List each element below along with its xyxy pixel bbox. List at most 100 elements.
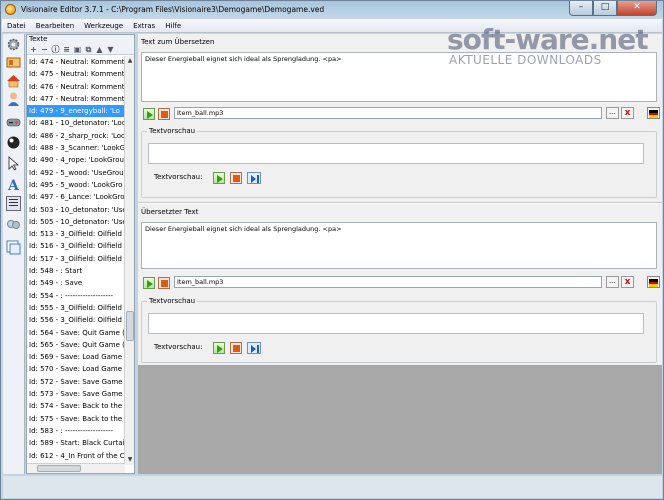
- list-item[interactable]: Id: 516 - 3_Oilfield: Oilfield: [27, 240, 125, 252]
- list-item[interactable]: Id: 513 - 3_Oilfield: Oilfield: [27, 228, 125, 240]
- gamepad-icon[interactable]: [6, 115, 21, 130]
- stop-icon[interactable]: [158, 108, 170, 120]
- source-text-input[interactable]: Dieser Energieball eignet sich ideal als…: [141, 52, 657, 102]
- list-item[interactable]: Id: 569 - Save: Load Game (: [27, 351, 125, 363]
- list-item[interactable]: Id: 486 - 2_sharp_rock: 'Loo: [27, 130, 125, 142]
- translated-preview-group: Textvorschau Textvorschau:: [141, 297, 657, 363]
- list-item[interactable]: Id: 488 - 3_Scanner: 'LookG: [27, 142, 125, 154]
- play-icon[interactable]: [143, 277, 155, 289]
- list-item[interactable]: Id: 476 - Neutral: Komment: [27, 81, 125, 93]
- list-item[interactable]: Id: 572 - Save: Save Game (: [27, 376, 125, 388]
- list-item[interactable]: Id: 475 - Neutral: Komment: [27, 68, 125, 80]
- list-item[interactable]: Id: 517 - 3_Oilfield: Oilfield: [27, 253, 125, 265]
- ball-icon[interactable]: [6, 135, 21, 150]
- play-icon[interactable]: [143, 108, 155, 120]
- list-item[interactable]: Id: 503 - 10_detonator: 'Use: [27, 204, 125, 216]
- maximize-button[interactable]: □: [593, 1, 617, 16]
- preview-stop-icon[interactable]: [230, 172, 242, 184]
- menu-hilfe[interactable]: Hilfe: [160, 22, 186, 30]
- list-item[interactable]: Id: 481 - 10_detonator: 'Loo: [27, 117, 125, 129]
- add-icon[interactable]: +: [29, 45, 38, 54]
- remove-icon[interactable]: −: [40, 45, 49, 54]
- list-item[interactable]: Id: 575 - Save: Back to the G: [27, 413, 125, 425]
- translated-text-label: Übersetzter Text: [141, 208, 199, 216]
- minimize-button[interactable]: –: [569, 1, 593, 16]
- list-item[interactable]: Id: 555 - 3_Oilfield: Oilfield: [27, 302, 125, 314]
- translated-delete-audio-button[interactable]: x: [621, 276, 634, 288]
- scroll-thumb[interactable]: [126, 311, 134, 341]
- scroll-up-icon[interactable]: ▲: [126, 57, 134, 65]
- list-item[interactable]: Id: 490 - 4_rope: 'LookGrou: [27, 154, 125, 166]
- close-button[interactable]: ✕: [617, 1, 657, 16]
- menu-datei[interactable]: Datei: [2, 22, 31, 30]
- menu-werkzeuge[interactable]: Werkzeuge: [79, 22, 128, 30]
- cursor-icon[interactable]: [6, 156, 21, 171]
- list-item[interactable]: Id: 574 - Save: Back to the G: [27, 400, 125, 412]
- character-icon[interactable]: [6, 91, 21, 106]
- hscroll-thumb[interactable]: [37, 465, 81, 472]
- list-item[interactable]: Id: 554 - : -------------------: [27, 290, 125, 302]
- title-bar[interactable]: Visionaire Editor 3.7.1 - C:\Program Fil…: [1, 1, 663, 19]
- source-audio-row: Item_ball.mp3 ... x: [141, 107, 660, 121]
- menu-bearbeiten[interactable]: Bearbeiten: [31, 22, 79, 30]
- german-flag-icon[interactable]: [647, 107, 660, 119]
- house-icon[interactable]: [6, 73, 21, 88]
- scroll-down-icon[interactable]: ▼: [126, 456, 134, 464]
- menu-extras[interactable]: Extras: [128, 22, 160, 30]
- list-item[interactable]: Id: 492 - 5_wood: 'UseGrou: [27, 167, 125, 179]
- texts-panel-header: Texte: [27, 35, 134, 44]
- down-icon[interactable]: ▼: [106, 45, 115, 54]
- preview-play-icon[interactable]: [213, 342, 225, 354]
- save-icon[interactable]: ▣: [73, 45, 82, 54]
- texts-list[interactable]: Id: 474 - Neutral: Komment Id: 475 - Neut…: [27, 56, 125, 465]
- translated-text-input[interactable]: Dieser Energieball eignet sich ideal als…: [141, 222, 657, 269]
- font-icon[interactable]: A: [6, 177, 21, 192]
- texts-icon[interactable]: [6, 196, 21, 211]
- gear-icon[interactable]: [6, 37, 21, 52]
- stop-icon[interactable]: [158, 277, 170, 289]
- translated-preview-group-title: Textvorschau: [147, 297, 198, 305]
- up-icon[interactable]: ▲: [95, 45, 104, 54]
- source-delete-audio-button[interactable]: x: [621, 107, 634, 119]
- source-preview-label: Textvorschau:: [154, 173, 203, 181]
- translated-audio-row: Item_ball.mp3 ... x: [141, 276, 660, 290]
- preview-play-icon[interactable]: [213, 172, 225, 184]
- source-text-label: Text zum Übersetzen: [141, 38, 215, 46]
- texts-toolbar: + − ⓘ ≡ ▣ ⧉ ▲ ▼: [27, 44, 134, 55]
- list-item[interactable]: Id: 565 - Save: Quit Game (: [27, 339, 125, 351]
- list-item[interactable]: Id: 479 - 9_energyball: 'Lo: [27, 105, 125, 118]
- source-browse-button[interactable]: ...: [606, 107, 619, 119]
- list-item[interactable]: Id: 589 - Start: Black Curtai: [27, 437, 125, 449]
- list-item[interactable]: Id: 570 - Save: Load Game (: [27, 363, 125, 375]
- scene-icon[interactable]: [6, 55, 21, 70]
- translated-audio-file-input[interactable]: Item_ball.mp3: [174, 276, 602, 288]
- copy-icon[interactable]: ⧉: [84, 45, 93, 54]
- source-audio-file-input[interactable]: Item_ball.mp3: [174, 107, 602, 119]
- list-horizontal-scrollbar[interactable]: [27, 463, 125, 473]
- list-item[interactable]: Id: 612 - 4_In Front of the C: [27, 450, 125, 462]
- preview-next-icon[interactable]: [247, 342, 261, 354]
- translated-preview-controls: Textvorschau:: [148, 341, 348, 355]
- translated-preview-box: [148, 313, 644, 334]
- info-icon[interactable]: ⓘ: [51, 45, 60, 54]
- list-item[interactable]: Id: 556 - 3_Oilfield: Oilfield: [27, 314, 125, 326]
- list-vertical-scrollbar[interactable]: ▲ ▼: [124, 56, 134, 465]
- translated-browse-button[interactable]: ...: [606, 276, 619, 288]
- texts-panel: Texte + − ⓘ ≡ ▣ ⧉ ▲ ▼ Id: 474 - Neutral:…: [26, 34, 135, 474]
- list-item[interactable]: Id: 474 - Neutral: Komment: [27, 56, 125, 68]
- interface-icon[interactable]: [6, 218, 21, 233]
- list-item[interactable]: Id: 548 - : Start: [27, 265, 125, 277]
- german-flag-icon[interactable]: [647, 276, 660, 288]
- list-item[interactable]: Id: 564 - Save: Quit Game (: [27, 327, 125, 339]
- list-item[interactable]: Id: 497 - 6_Lance: 'LookGro: [27, 191, 125, 203]
- preview-next-icon[interactable]: [247, 172, 261, 184]
- preview-stop-icon[interactable]: [230, 342, 242, 354]
- list-item[interactable]: Id: 549 - : Save: [27, 277, 125, 289]
- list-item[interactable]: Id: 495 - 5_wood: 'LookGro: [27, 179, 125, 191]
- list-icon[interactable]: ≡: [62, 45, 71, 54]
- list-item[interactable]: Id: 477 - Neutral: Komment: [27, 93, 125, 105]
- list-item[interactable]: Id: 573 - Save: Save Game (: [27, 388, 125, 400]
- list-item[interactable]: Id: 583 - : -------------------: [27, 425, 125, 437]
- list-item[interactable]: Id: 505 - 10_detonator: 'Use: [27, 216, 125, 228]
- values-icon[interactable]: [6, 240, 21, 255]
